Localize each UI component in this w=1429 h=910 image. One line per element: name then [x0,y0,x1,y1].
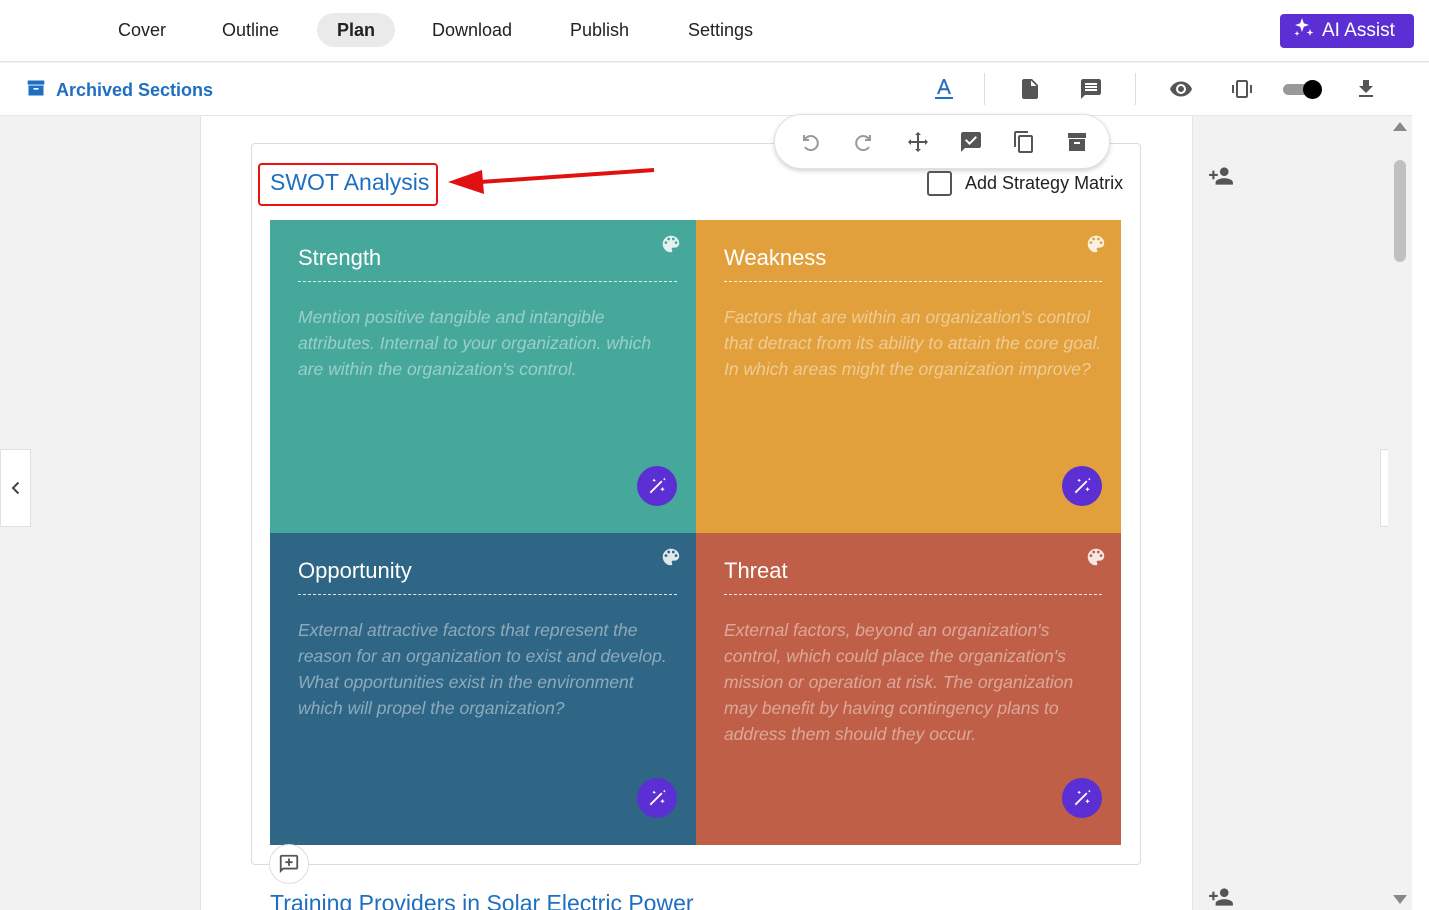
editor-toolbar: Archived Sections [0,63,1412,116]
add-person-icon[interactable] [1208,884,1234,910]
tab-plan[interactable]: Plan [317,13,396,47]
scroll-down-arrow[interactable] [1393,895,1407,904]
text-format-icon[interactable] [930,75,958,103]
magic-wand-button[interactable] [637,778,677,818]
toolbar-divider [1135,73,1136,105]
move-icon[interactable] [905,129,931,155]
strategy-matrix-checkbox[interactable] [927,171,952,196]
scroll-up-arrow[interactable] [1393,122,1407,131]
add-person-icon[interactable] [1208,163,1234,189]
copy-icon[interactable] [1011,129,1037,155]
redo-icon[interactable] [851,129,877,155]
strategy-matrix-label: Add Strategy Matrix [965,173,1124,193]
add-comment-icon [279,854,299,874]
archive-icon[interactable] [1064,129,1090,155]
quadrant-title: Opportunity [298,558,412,583]
quadrant-divider [724,594,1102,595]
archive-icon [26,78,46,103]
tab-cover[interactable]: Cover [98,13,186,47]
chevron-left-icon [11,481,19,495]
quadrant-divider [724,281,1102,282]
undo-icon[interactable] [797,129,823,155]
scrollbar-thumb[interactable] [1394,160,1406,262]
quadrant-placeholder-text[interactable]: Factors that are within an organization'… [724,304,1102,382]
quadrant-placeholder-text[interactable]: External attractive factors that represe… [298,617,677,721]
quadrant-placeholder-text[interactable]: Mention positive tangible and intangible… [298,304,677,382]
sparkles-icon [1292,16,1316,46]
quadrant-title: Weakness [724,245,827,270]
palette-icon[interactable] [1085,546,1107,568]
tab-settings[interactable]: Settings [668,13,773,47]
tab-download[interactable]: Download [412,13,532,47]
tab-publish[interactable]: Publish [550,13,649,47]
annotation-arrow [448,168,655,194]
magic-wand-icon [649,789,666,806]
swot-quadrant-threat[interactable]: Threat External factors, beyond an organ… [696,533,1121,845]
left-panel-toggle[interactable] [0,449,31,527]
toggle-knob [1303,80,1322,99]
magic-wand-icon [1074,789,1091,806]
tab-outline[interactable]: Outline [202,13,299,47]
swot-quadrant-weakness[interactable]: Weakness Factors that are within an orga… [696,220,1121,533]
archived-sections-label: Archived Sections [56,80,214,100]
palette-icon[interactable] [660,546,682,568]
swot-quadrant-opportunity[interactable]: Opportunity External attractive factors … [270,533,696,845]
quadrant-divider [298,594,677,595]
approve-comment-icon[interactable] [958,129,984,155]
top-navigation: Cover Outline Plan Download Publish Sett… [0,0,1429,62]
mobile-view-icon[interactable] [1228,75,1256,103]
document-icon[interactable] [1016,75,1044,103]
next-section-title[interactable]: Training Providers in Solar Electric Pow… [270,890,694,910]
download-icon[interactable] [1352,75,1380,103]
preview-eye-icon[interactable] [1167,75,1195,103]
palette-icon[interactable] [660,233,682,255]
magic-wand-button[interactable] [1062,778,1102,818]
section-floating-toolbar [774,114,1110,169]
quadrant-divider [298,281,677,282]
toolbar-divider [984,73,985,105]
ai-assist-label: AI Assist [1322,20,1395,41]
vertical-scrollbar[interactable] [1388,116,1412,910]
archived-sections-link[interactable]: Archived Sections [26,78,213,103]
ai-assist-button[interactable]: AI Assist [1280,14,1414,48]
add-comment-button[interactable] [269,844,309,884]
strategy-matrix-option[interactable]: Add Strategy Matrix [927,171,1123,196]
view-toggle-switch[interactable] [1283,80,1323,99]
window-edge [1412,63,1429,910]
magic-wand-button[interactable] [637,466,677,506]
quadrant-title: Strength [298,245,382,270]
magic-wand-icon [1074,477,1091,494]
swot-quadrant-strength[interactable]: Strength Mention positive tangible and i… [270,220,696,533]
quadrant-placeholder-text[interactable]: External factors, beyond an organization… [724,617,1102,747]
comment-icon[interactable] [1077,75,1105,103]
section-title[interactable]: SWOT Analysis [270,169,429,196]
palette-icon[interactable] [1085,233,1107,255]
magic-wand-icon [649,477,666,494]
quadrant-title: Threat [724,558,788,583]
magic-wand-button[interactable] [1062,466,1102,506]
